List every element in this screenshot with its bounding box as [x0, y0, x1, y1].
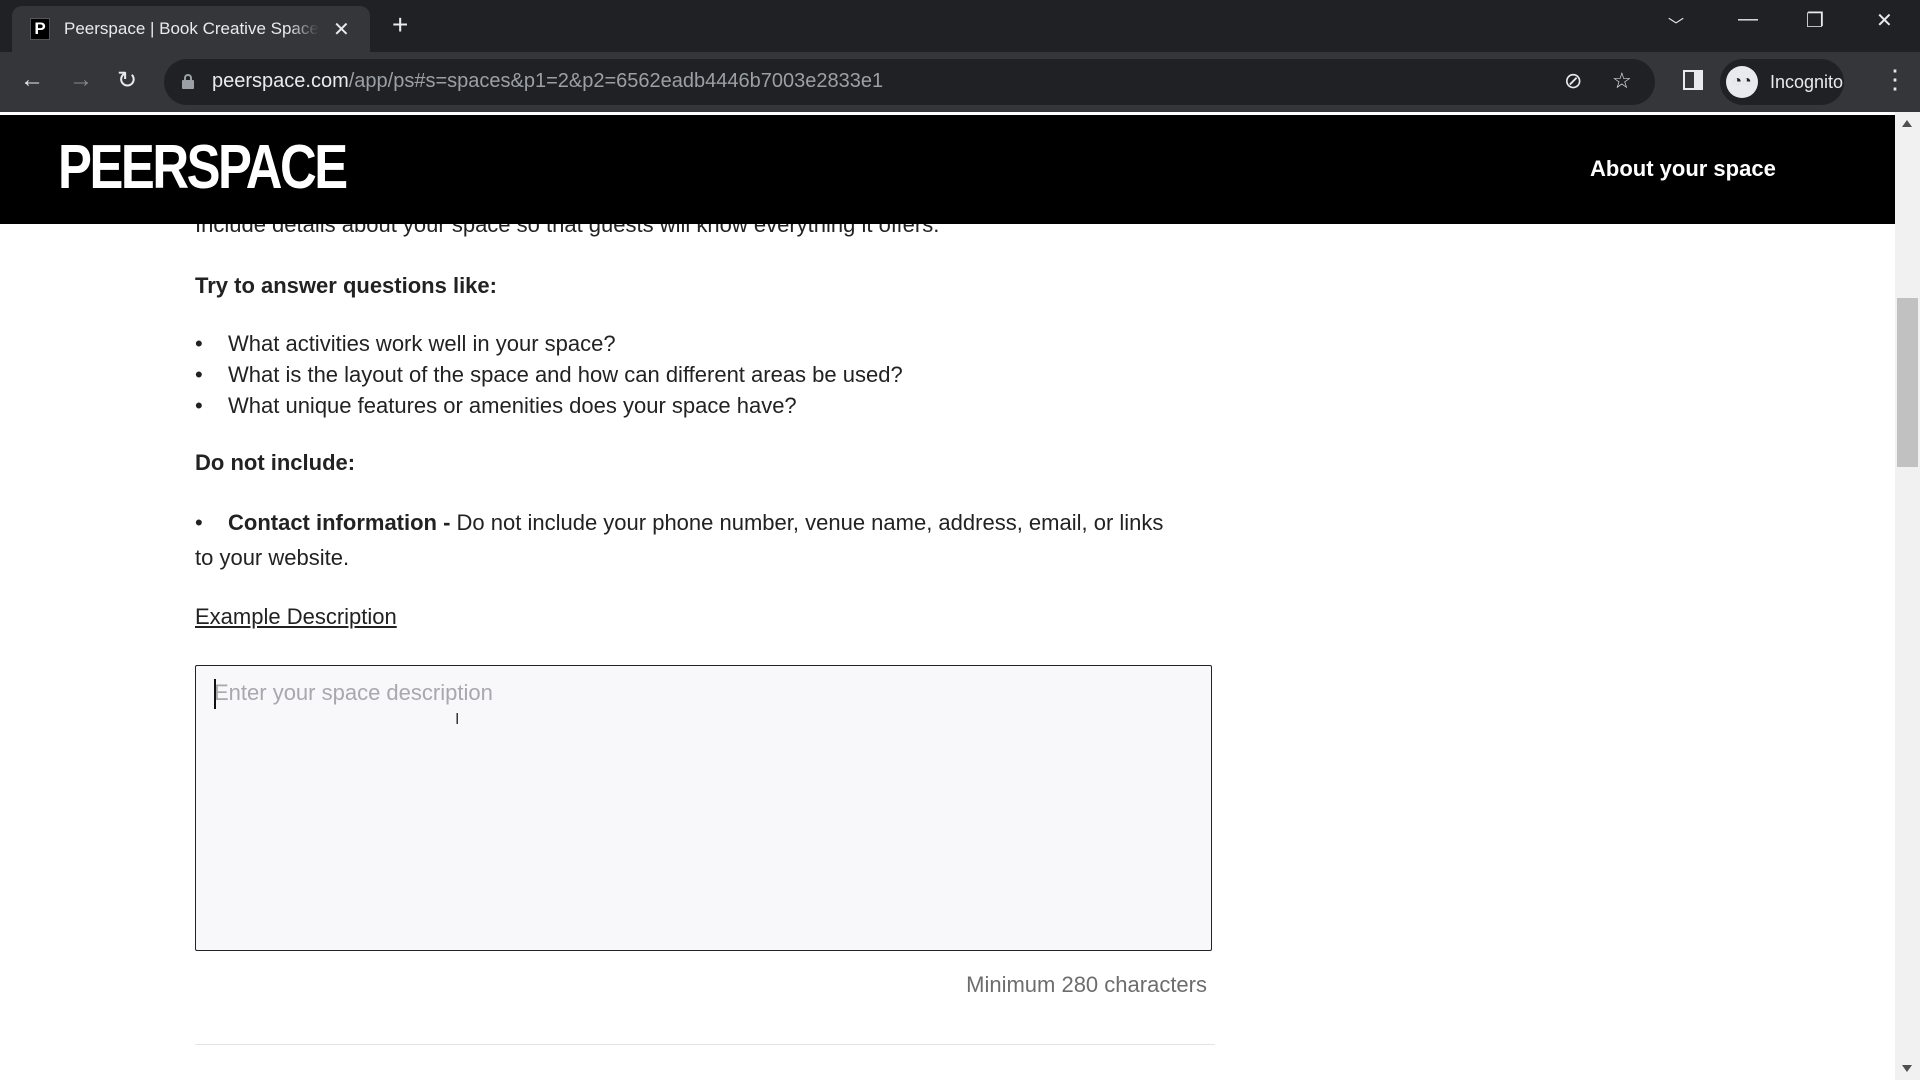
lock-icon — [182, 74, 194, 89]
site-header: PEERSPACE About your space — [0, 115, 1895, 224]
example-description-link[interactable]: Example Description — [195, 604, 397, 630]
header-title: About your space — [1590, 156, 1776, 181]
tab-close-icon[interactable]: ✕ — [333, 17, 350, 42]
page-scrollbar[interactable] — [1895, 112, 1920, 1080]
bookmark-star-icon[interactable]: ☆ — [1612, 68, 1632, 94]
peerspace-logo[interactable]: PEERSPACE — [58, 137, 348, 199]
minimize-icon[interactable]: — — [1738, 8, 1758, 31]
mouse-ibeam-cursor-icon: I — [455, 711, 460, 728]
exclude-item: Contact information - Do not include you… — [195, 510, 1163, 536]
forward-icon[interactable]: → — [69, 66, 93, 94]
tracking-protection-eye-off-icon[interactable]: ⊘ — [1564, 68, 1582, 94]
exclude-item-continuation: to your website. — [195, 545, 350, 570]
question-item: What is the layout of the space and how … — [195, 362, 903, 388]
address-bar[interactable]: peerspace.com/app/ps#s=spaces&p1=2&p2=65… — [164, 59, 1655, 105]
scrollbar-thumb[interactable] — [1897, 298, 1918, 467]
space-description-input[interactable] — [195, 665, 1212, 951]
page-content: Include details about your space so that… — [0, 112, 1895, 1080]
browser-toolbar: ← → ↻ peerspace.com/app/ps#s=spaces&p1=2… — [0, 52, 1920, 112]
new-tab-icon[interactable]: + — [392, 10, 408, 40]
incognito-profile-button[interactable]: ◔◔ Incognito — [1720, 59, 1844, 105]
exclude-heading: Do not include: — [195, 450, 356, 475]
scroll-down-arrow-icon[interactable] — [1902, 1065, 1912, 1072]
incognito-label: Incognito — [1770, 71, 1844, 92]
browser-tab-bar: P Peerspace | Book Creative Spaces ✕ + ﹀… — [0, 0, 1920, 52]
browser-menu-icon[interactable]: ⋮ — [1882, 64, 1908, 95]
questions-heading: Try to answer questions like: — [195, 273, 497, 298]
tab-search-chevron-icon[interactable]: ﹀ — [1668, 12, 1684, 36]
incognito-icon: ◔◔ — [1726, 66, 1758, 98]
question-item: What activities work well in your space? — [195, 331, 616, 357]
back-icon[interactable]: ← — [20, 66, 44, 94]
browser-tab[interactable]: P Peerspace | Book Creative Spaces ✕ — [12, 6, 370, 52]
restore-icon[interactable]: ❐ — [1806, 8, 1824, 33]
tab-title: Peerspace | Book Creative Spaces — [64, 19, 319, 38]
close-window-icon[interactable]: ✕ — [1876, 8, 1893, 33]
reload-icon[interactable]: ↻ — [117, 66, 137, 95]
side-panel-icon[interactable] — [1683, 70, 1703, 90]
peerspace-favicon-icon: P — [30, 18, 50, 40]
scroll-up-arrow-icon[interactable] — [1902, 120, 1912, 127]
question-item: What unique features or amenities does y… — [195, 393, 797, 419]
min-characters-hint: Minimum 280 characters — [966, 972, 1207, 997]
text-caret — [214, 679, 216, 709]
url-text[interactable]: peerspace.com/app/ps#s=spaces&p1=2&p2=65… — [212, 70, 883, 93]
section-divider — [195, 1044, 1215, 1045]
